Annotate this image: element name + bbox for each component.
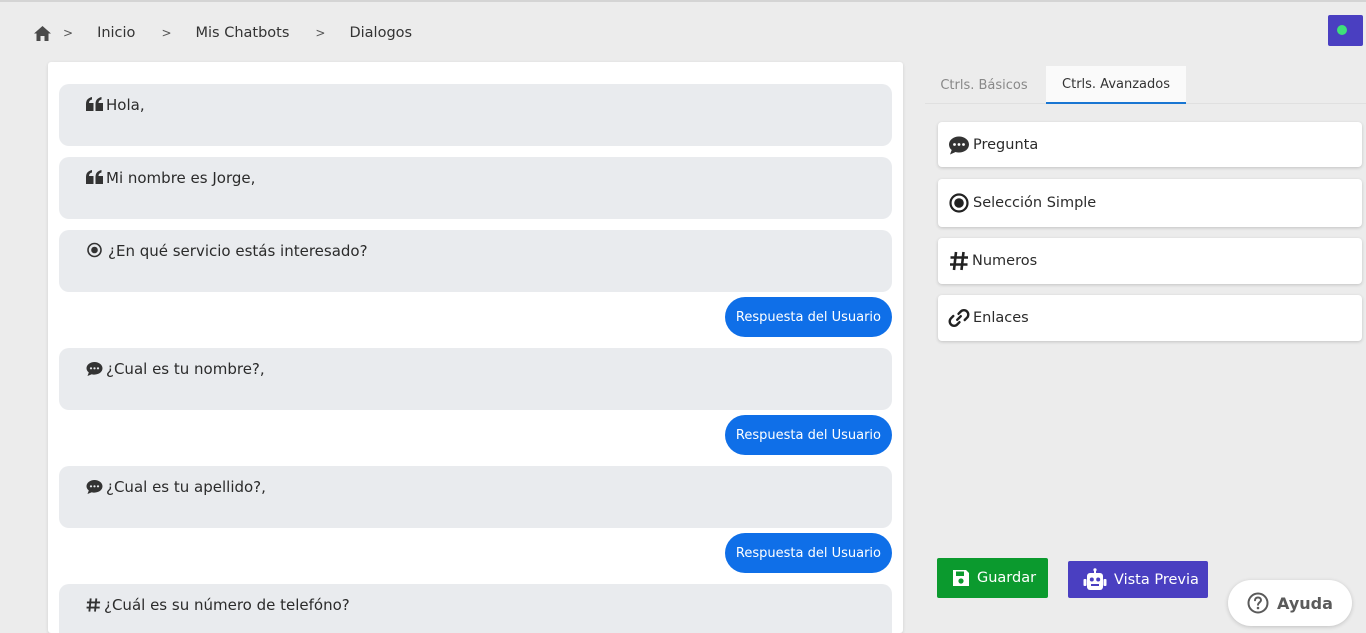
dialog-message[interactable]: ¿En qué servicio estás interesado? — [59, 230, 892, 292]
dialog-message[interactable]: ¿Cuál es su número de telefóno? — [59, 584, 892, 633]
question-circle-icon — [1247, 592, 1269, 614]
control-pregunta[interactable]: Pregunta — [938, 122, 1362, 167]
quote-icon — [86, 97, 103, 111]
dialog-message[interactable]: Mi nombre es Jorge, — [59, 157, 892, 219]
help-label: Ayuda — [1277, 593, 1333, 613]
control-tabs: Ctrls. Básicos Ctrls. Avanzados — [925, 66, 1366, 104]
chat-bubble-icon — [86, 480, 103, 494]
dialog-message-text: ¿Cual es tu apellido?, — [106, 478, 266, 496]
dialog-canvas: Hola, Mi nombre es Jorge, ¿En qué servic… — [48, 62, 903, 633]
dialog-message[interactable]: ¿Cual es tu apellido?, — [59, 466, 892, 528]
radio-icon — [87, 242, 102, 258]
breadcrumb-item-mis-chatbots[interactable]: Mis Chatbots — [196, 25, 290, 41]
chat-bubble-icon — [949, 136, 969, 154]
dialog-message-text: ¿Cuál es su número de telefóno? — [104, 596, 350, 614]
dialog-message-text: Mi nombre es Jorge, — [106, 169, 256, 187]
dialog-message[interactable]: Hola, — [59, 84, 892, 146]
radio-icon — [949, 193, 969, 213]
preview-button[interactable]: Vista Previa — [1068, 561, 1208, 598]
top-border — [0, 0, 1366, 2]
dialog-message-text: ¿Cual es tu nombre?, — [106, 360, 265, 378]
quote-icon — [86, 170, 103, 184]
floppy-disk-icon — [953, 570, 969, 586]
control-label: Selección Simple — [973, 195, 1097, 211]
control-seleccion-simple[interactable]: Selección Simple — [938, 179, 1362, 227]
status-dot — [1337, 25, 1347, 35]
save-button-label: Guardar — [977, 570, 1037, 586]
control-numeros[interactable]: Numeros — [938, 238, 1362, 284]
help-button[interactable]: Ayuda — [1228, 580, 1352, 626]
breadcrumb-item-inicio[interactable]: Inicio — [97, 25, 135, 41]
status-indicator[interactable] — [1328, 15, 1363, 46]
link-icon — [948, 309, 970, 327]
control-label: Enlaces — [973, 310, 1029, 326]
hash-icon — [86, 598, 101, 612]
breadcrumb-separator: > — [161, 26, 172, 40]
user-reply-button[interactable]: Respuesta del Usuario — [724, 533, 892, 573]
preview-button-label: Vista Previa — [1114, 571, 1199, 588]
save-button[interactable]: Guardar — [937, 558, 1048, 598]
tab-ctrls-basicos[interactable]: Ctrls. Básicos — [925, 66, 1043, 104]
user-reply-button[interactable]: Respuesta del Usuario — [724, 297, 892, 337]
user-reply-button[interactable]: Respuesta del Usuario — [724, 415, 892, 455]
breadcrumb-item-dialogos: Dialogos — [349, 25, 413, 41]
breadcrumb: > Inicio > Mis Chatbots > Dialogos — [34, 22, 438, 44]
dialog-message[interactable]: ¿Cual es tu nombre?, — [59, 348, 892, 410]
control-enlaces[interactable]: Enlaces — [938, 295, 1362, 341]
home-icon[interactable] — [34, 25, 51, 41]
control-label: Numeros — [972, 253, 1038, 269]
hash-icon — [950, 251, 968, 271]
control-label: Pregunta — [973, 136, 1039, 153]
robot-icon — [1083, 567, 1107, 590]
tab-ctrls-avanzados[interactable]: Ctrls. Avanzados — [1046, 66, 1186, 104]
chat-bubble-icon — [86, 362, 103, 376]
breadcrumb-separator: > — [315, 26, 326, 40]
breadcrumb-separator: > — [63, 26, 74, 40]
dialog-message-text: Hola, — [106, 96, 145, 114]
dialog-message-text: ¿En qué servicio estás interesado? — [108, 242, 368, 260]
